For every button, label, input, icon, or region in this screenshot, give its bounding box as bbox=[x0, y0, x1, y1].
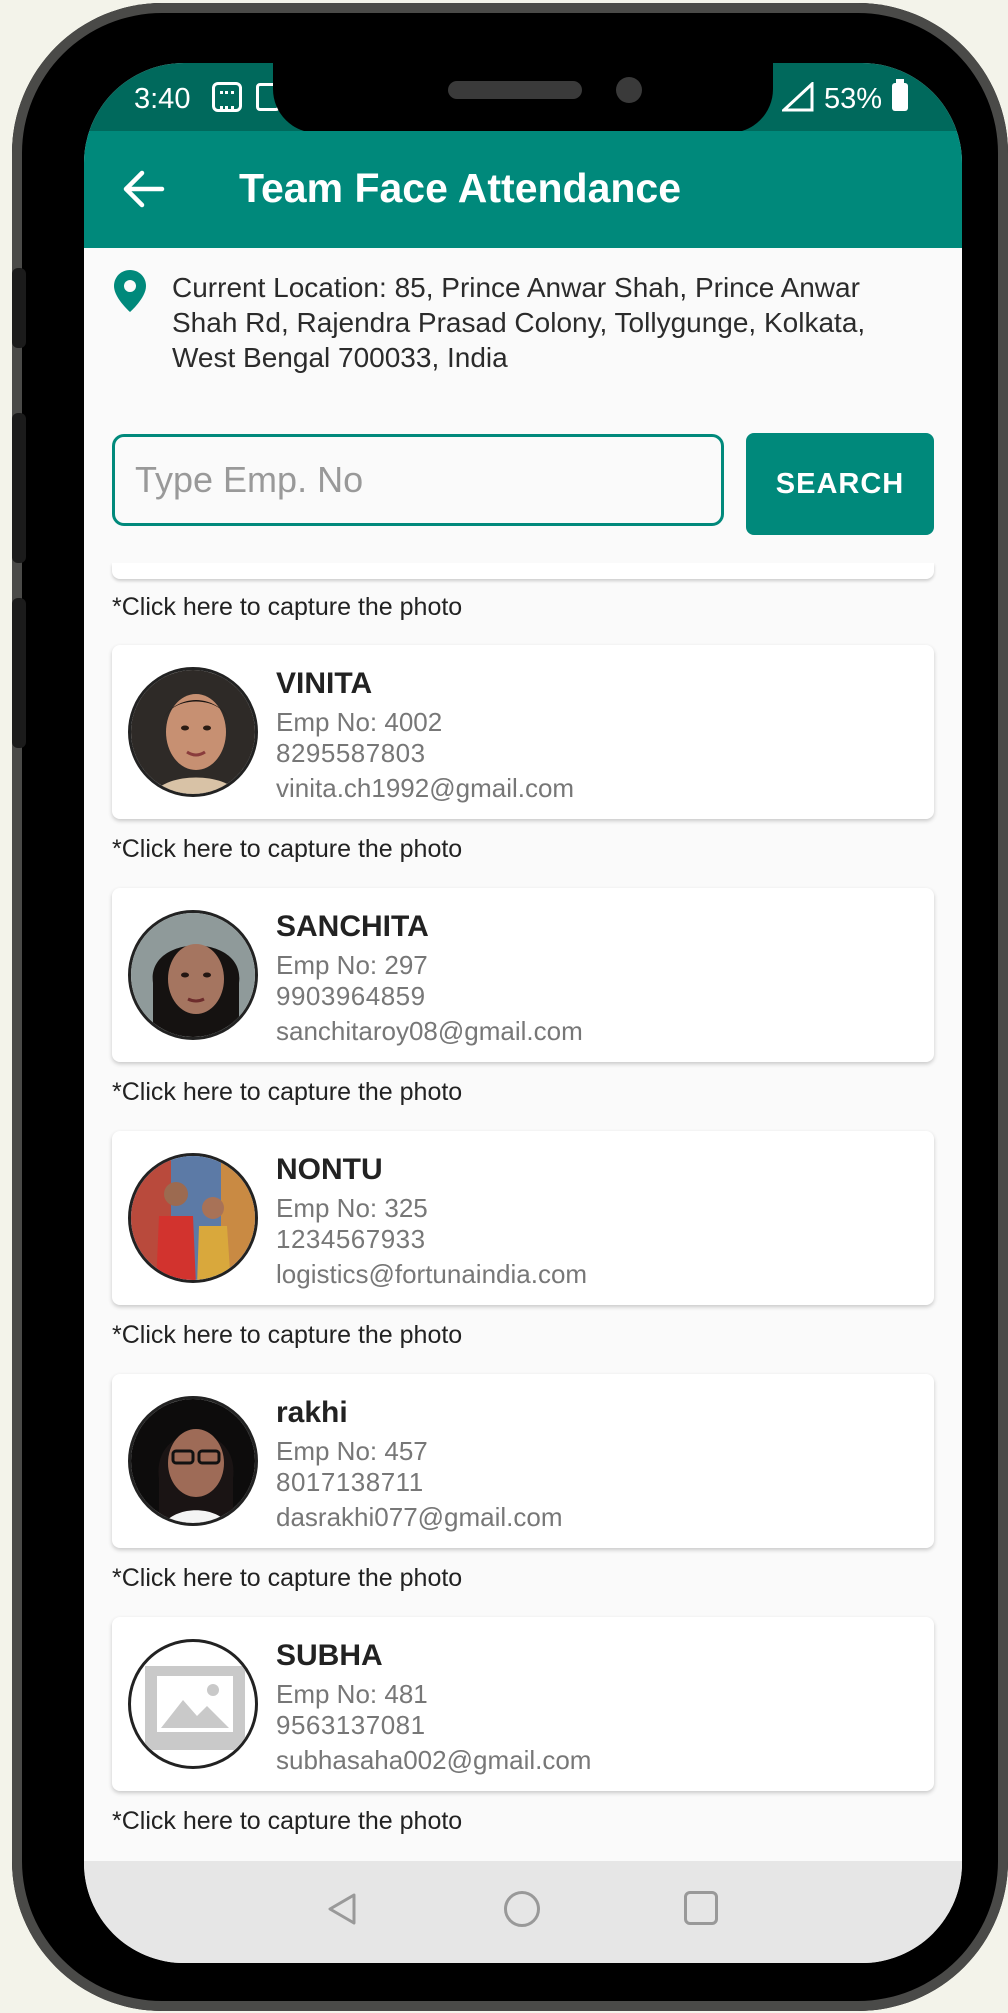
capture-photo-link[interactable]: *Click here to capture the photo bbox=[112, 593, 462, 622]
current-location: Current Location: 85, Prince Anwar Shah,… bbox=[84, 248, 962, 398]
speaker bbox=[448, 81, 582, 99]
system-nav-bar bbox=[84, 1861, 962, 1963]
capture-photo-link[interactable]: *Click here to capture the photo bbox=[112, 1564, 462, 1593]
avatar bbox=[128, 1396, 258, 1526]
avatar bbox=[128, 910, 258, 1040]
employee-name: NONTU bbox=[276, 1153, 383, 1186]
side-button bbox=[12, 413, 26, 563]
employee-email: logistics@fortunaindia.com bbox=[276, 1259, 588, 1289]
employee-phone: 8017138711 bbox=[276, 1467, 424, 1497]
page-title: Team Face Attendance bbox=[239, 165, 682, 211]
employee-card[interactable]: SANCHITA Emp No: 297 9903964859 sanchita… bbox=[112, 888, 934, 1062]
employee-email: dasrakhi077@gmail.com bbox=[276, 1502, 563, 1532]
employee-phone: 9563137081 bbox=[276, 1710, 426, 1740]
status-bar: 3:40 53% bbox=[84, 63, 962, 133]
battery-icon bbox=[892, 79, 908, 111]
app-bar: Team Face Attendance bbox=[84, 131, 962, 248]
map-pin-icon bbox=[114, 270, 146, 312]
employee-card[interactable]: NONTU Emp No: 325 1234567933 logistics@f… bbox=[112, 1131, 934, 1305]
battery-percent: 53% bbox=[824, 83, 883, 115]
avatar bbox=[128, 1639, 258, 1769]
employee-card[interactable] bbox=[112, 563, 934, 579]
app-screen: 3:40 53% Team Face Attendance Current Lo… bbox=[84, 63, 962, 1963]
employee-number: Emp No: 325 bbox=[276, 1193, 428, 1223]
employee-card[interactable]: rakhi Emp No: 457 8017138711 dasrakhi077… bbox=[112, 1374, 934, 1548]
employee-list[interactable]: *Click here to capture the photo VINITA … bbox=[84, 563, 962, 1873]
employee-phone: 9903964859 bbox=[276, 981, 426, 1011]
avatar bbox=[128, 667, 258, 797]
status-time: 3:40 bbox=[134, 83, 191, 115]
employee-number: Emp No: 4002 bbox=[276, 707, 443, 737]
capture-photo-link[interactable]: *Click here to capture the photo bbox=[112, 835, 462, 864]
triangle-back-icon[interactable] bbox=[322, 1889, 362, 1929]
capture-photo-link[interactable]: *Click here to capture the photo bbox=[112, 1807, 462, 1836]
emp-no-search-input[interactable] bbox=[112, 434, 724, 526]
employee-phone: 8295587803 bbox=[276, 738, 426, 768]
employee-name: VINITA bbox=[276, 667, 373, 700]
signal-icon bbox=[782, 82, 814, 112]
location-text: Current Location: 85, Prince Anwar Shah,… bbox=[172, 272, 866, 373]
employee-name: SUBHA bbox=[276, 1639, 383, 1672]
employee-name: SANCHITA bbox=[276, 910, 429, 943]
employee-email: subhasaha002@gmail.com bbox=[276, 1745, 592, 1775]
side-button bbox=[12, 268, 26, 348]
image-placeholder-icon bbox=[145, 1666, 245, 1750]
employee-name: rakhi bbox=[276, 1396, 348, 1429]
square-recents-icon[interactable] bbox=[684, 1891, 718, 1925]
capture-photo-link[interactable]: *Click here to capture the photo bbox=[112, 1078, 462, 1107]
employee-phone: 1234567933 bbox=[276, 1224, 426, 1254]
employee-card[interactable]: SUBHA Emp No: 481 9563137081 subhasaha00… bbox=[112, 1617, 934, 1791]
phone-frame: 3:40 53% Team Face Attendance Current Lo… bbox=[12, 3, 1008, 2011]
employee-number: Emp No: 297 bbox=[276, 950, 428, 980]
camera-notch bbox=[273, 63, 773, 133]
employee-number: Emp No: 481 bbox=[276, 1679, 428, 1709]
employee-number: Emp No: 457 bbox=[276, 1436, 428, 1466]
employee-email: sanchitaroy08@gmail.com bbox=[276, 1016, 583, 1046]
side-button bbox=[12, 598, 26, 748]
notification-icon bbox=[212, 82, 242, 112]
arrow-left-icon[interactable] bbox=[116, 161, 172, 217]
search-button[interactable]: SEARCH bbox=[746, 433, 934, 535]
employee-email: vinita.ch1992@gmail.com bbox=[276, 773, 575, 803]
employee-card[interactable]: VINITA Emp No: 4002 8295587803 vinita.ch… bbox=[112, 645, 934, 819]
circle-home-icon[interactable] bbox=[504, 1891, 540, 1927]
front-camera bbox=[616, 77, 642, 103]
capture-photo-link[interactable]: *Click here to capture the photo bbox=[112, 1321, 462, 1350]
avatar bbox=[128, 1153, 258, 1283]
